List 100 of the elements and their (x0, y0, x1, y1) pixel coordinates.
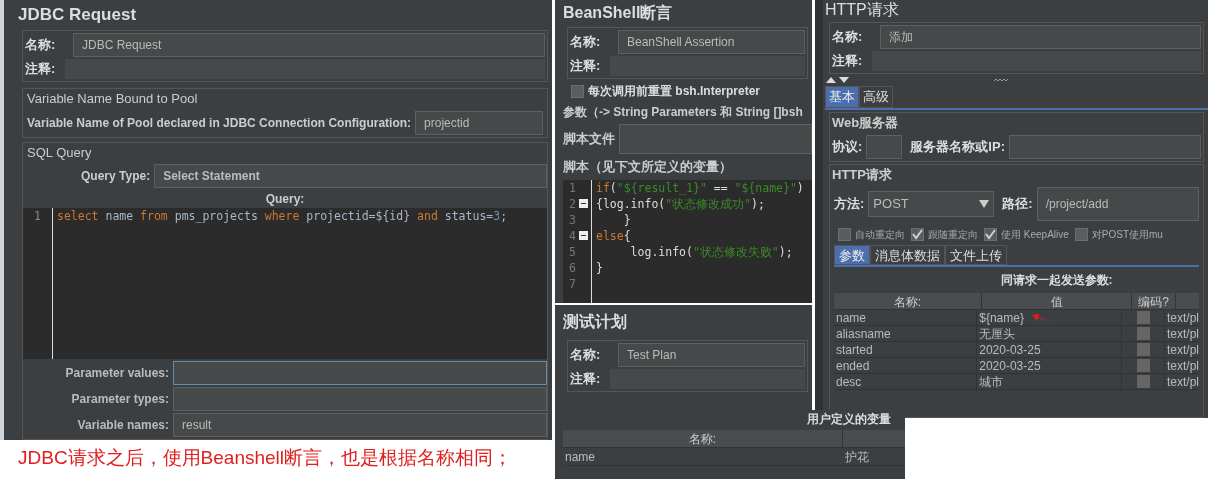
query-type-label: Query Type: (81, 168, 151, 185)
method-dropdown[interactable]: POST (868, 191, 995, 217)
checkbox[interactable] (911, 228, 924, 241)
name-field[interactable]: JDBC Request (73, 33, 545, 57)
line-number: 4 (569, 227, 577, 244)
code-editor[interactable]: 1 select name from pms_projects where projectid=${id} and status=3; (23, 208, 547, 359)
group-title: Variable Name Bound to Pool (26, 90, 199, 108)
checkbox[interactable] (571, 84, 584, 98)
comment-label: 注释: (25, 60, 57, 79)
query-type-dropdown[interactable]: Select Statement (154, 164, 547, 188)
caption-text: JDBC请求之后，使用Beanshell断言，也是根据名称相同； (18, 447, 513, 468)
table-cell-text: text/pl (1166, 309, 1199, 327)
table-cell-text: 2020-03-25 (979, 341, 1041, 359)
table-cell: started (834, 340, 978, 359)
encode-checkbox[interactable] (1136, 359, 1150, 372)
line-number: 5 (569, 243, 577, 260)
name-label: 名称: (832, 28, 864, 47)
panel-title: 测试计划 (563, 312, 628, 332)
tab[interactable]: 基本 (825, 86, 859, 108)
group-title: SQL Query (26, 143, 93, 162)
option-label: 自动重定向 (855, 228, 905, 242)
code-editor[interactable]: 1 2 3 4 5 6 7 if("${result_1}" == "${name}") {log.info("状态修改成功"); } else{ log.info("状态修改失败"); } (563, 179, 812, 303)
comment-label: 注释: (570, 57, 602, 76)
name-field[interactable]: Test Plan (618, 343, 805, 367)
query-label: Query: (264, 191, 306, 208)
name-label: 名称: (25, 36, 57, 55)
path-label: 路径: (1002, 195, 1033, 214)
parameter-field[interactable] (173, 361, 547, 385)
parameter-label: Parameter values: (64, 365, 169, 382)
splitter-grip-icon[interactable] (994, 78, 1008, 82)
table-title: 同请求一起发送参数: (999, 272, 1114, 289)
panel-title: HTTP请求 (825, 0, 900, 20)
table-cell-text: 无厘头 (979, 325, 1016, 343)
server-label: 服务器名称或IP: (910, 137, 1005, 156)
code-line: {log.info("状态修改成功"); (596, 195, 766, 212)
group-title: HTTP请求 (831, 165, 893, 184)
collapse-arrows-icon[interactable] (825, 76, 851, 84)
parameter-field[interactable] (173, 387, 547, 411)
code-line: else{ (596, 227, 632, 244)
script-file-field[interactable] (619, 124, 812, 154)
pool-field[interactable]: projectid (415, 110, 543, 135)
table-cell-text: 2020-03-25 (979, 357, 1041, 375)
code-line: } (596, 259, 604, 276)
checkbox[interactable] (1074, 228, 1088, 241)
path-field[interactable]: /project/add (1036, 187, 1199, 221)
table-cell-text: text/pl (1166, 373, 1199, 391)
table-cell-text: text/pl (1166, 325, 1199, 343)
column-header: 编码? (1132, 293, 1176, 309)
comment-label: 注释: (832, 52, 864, 71)
parameter-field[interactable]: result (173, 413, 547, 437)
encode-checkbox[interactable] (1136, 327, 1150, 340)
name-label: 名称: (570, 346, 602, 365)
group-title: Web服务器 (831, 114, 900, 132)
encode-checkbox[interactable] (1136, 343, 1150, 356)
name-field[interactable]: BeanShell Assertion (618, 30, 805, 54)
option-label: 跟随重定向 (928, 228, 978, 242)
protocol-label: 协议: (832, 137, 863, 156)
table-cell-text: name (564, 448, 597, 466)
code-line: } (622, 211, 632, 228)
server-field[interactable] (1008, 134, 1201, 159)
code-line: log.info("状态修改失败"); (629, 243, 794, 260)
fold-icon[interactable] (579, 231, 588, 240)
name-field[interactable]: 添加 (880, 25, 1201, 49)
script-label: 脚本（见下文所定义的变量） (563, 158, 733, 176)
table-cell: name (834, 308, 978, 327)
params-label: 参数（-> String Parameters 和 String []bsh (563, 104, 804, 121)
table-cell-text: ${name} (979, 309, 1024, 327)
code-line: select name from pms_projects where projectid=${id} and status=3; (57, 208, 508, 225)
line-number: 1 (569, 179, 577, 196)
table-cell-text: 城市 (979, 373, 1004, 391)
line-number: 6 (569, 259, 577, 276)
code-line: if("${result_1}" == "${name}") (596, 179, 804, 196)
column-header: 名称: (834, 293, 982, 309)
checkbox[interactable] (984, 228, 997, 241)
comment-label: 注释: (570, 370, 602, 389)
option-label: 对POST使用mu (1091, 228, 1163, 242)
line-number: 7 (569, 275, 577, 292)
tab[interactable]: 参数 (834, 245, 870, 265)
tab[interactable]: 高级 (859, 86, 893, 108)
line-number: 3 (569, 211, 577, 228)
panel-title: BeanShell断言 (563, 3, 674, 23)
method-label: 方法: (834, 195, 865, 214)
parameter-label: Variable names: (76, 417, 169, 434)
fold-icon[interactable] (579, 199, 588, 208)
script-file-label: 脚本文件 (563, 130, 615, 149)
parameter-label: Parameter types: (70, 391, 169, 408)
encode-checkbox[interactable] (1136, 375, 1150, 388)
table-title: 用户定义的变量 (806, 411, 892, 428)
tab[interactable]: 文件上传 (945, 245, 1007, 265)
table-cell: aliasname (834, 324, 978, 343)
tab[interactable]: 消息体数据 (870, 245, 945, 265)
table-cell-text: text/pl (1166, 341, 1199, 359)
table-cell-text: 护花 (844, 448, 869, 466)
panel-title: JDBC Request (18, 4, 138, 27)
table-cell: ended (834, 356, 978, 375)
dropdown-arrow-icon (979, 200, 990, 208)
name-label: 名称: (570, 33, 602, 52)
checkbox[interactable] (838, 228, 851, 241)
protocol-field[interactable] (866, 134, 903, 159)
encode-checkbox[interactable] (1136, 311, 1150, 324)
